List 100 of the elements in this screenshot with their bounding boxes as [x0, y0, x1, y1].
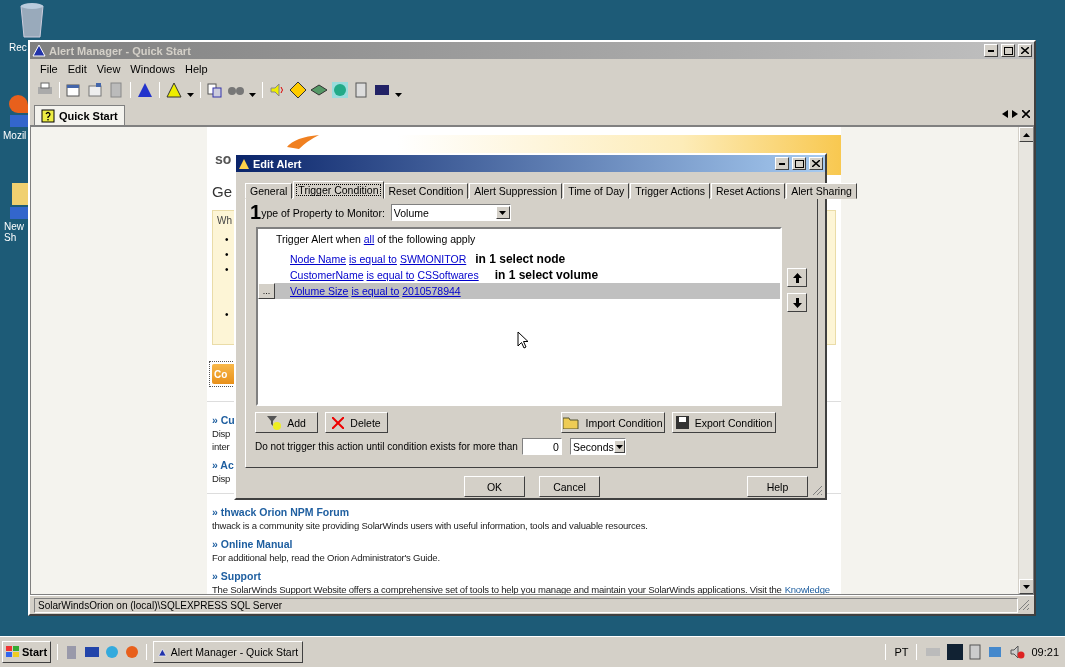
- muted-speaker-icon[interactable]: [1009, 644, 1026, 660]
- delay-field[interactable]: 0: [521, 438, 562, 455]
- resize-grip-icon[interactable]: [812, 485, 823, 496]
- operator-link[interactable]: is equal to: [349, 253, 397, 265]
- export-button[interactable]: Export Condition: [672, 412, 776, 433]
- caret-icon: [187, 93, 194, 97]
- monitor-icon[interactable]: [84, 644, 101, 660]
- condition-row[interactable]: ... Volume Size is equal to 2010578944: [258, 283, 780, 299]
- scroll-down-button[interactable]: [1019, 579, 1033, 594]
- toolbar-button[interactable]: [165, 81, 183, 99]
- tab[interactable]: Reset Condition: [383, 183, 469, 199]
- bullet: •: [225, 249, 229, 260]
- taskbar-window-button[interactable]: Alert Manager - Quick Start: [153, 641, 304, 663]
- menu-item[interactable]: Edit: [63, 61, 91, 76]
- menu-item[interactable]: View: [92, 61, 125, 76]
- minimize-button[interactable]: [775, 157, 789, 170]
- value-link[interactable]: CSSoftwares: [417, 269, 479, 281]
- caret-icon: [615, 444, 623, 449]
- desktop-icon-label: Mozil: [3, 130, 27, 141]
- delete-button[interactable]: Delete: [325, 412, 388, 433]
- tab[interactable]: General: [245, 183, 293, 199]
- logo-text: so: [215, 151, 232, 167]
- tab[interactable]: Reset Actions: [711, 183, 786, 199]
- dialog-button[interactable]: Help: [747, 476, 808, 497]
- bullet: •: [225, 264, 229, 275]
- start-button[interactable]: Start: [2, 641, 52, 663]
- binoculars-icon: [227, 85, 245, 95]
- scroll-up-button[interactable]: [1019, 127, 1033, 142]
- desktop-icon-label: Rec: [9, 42, 28, 53]
- section-text: inter: [212, 440, 230, 453]
- menu-item[interactable]: File: [36, 61, 62, 76]
- bullet: •: [225, 234, 229, 245]
- dialog-button[interactable]: Cancel: [539, 476, 600, 497]
- tab[interactable]: Trigger Condition: [293, 181, 384, 199]
- field-link[interactable]: Volume Size: [290, 285, 349, 297]
- toolbar-button[interactable]: [136, 81, 154, 99]
- up-arrow-icon: [792, 272, 802, 283]
- desktop-icon-label: New Sh: [4, 221, 25, 243]
- clock-time: 09:21: [1031, 646, 1059, 658]
- x-icon: [332, 416, 345, 429]
- section-text: For additional help, read the Orion Administrator's Guide.: [212, 551, 440, 564]
- flame-icon: [285, 135, 321, 149]
- section-text: thwack is a community site providing SolarWinds users with useful information, tools and valuable resources.: [212, 519, 648, 532]
- status-text: SolarWindsOrion on (local)\SQLEXPRESS SQL Server: [34, 597, 1018, 613]
- windows-flag-icon: [6, 646, 20, 658]
- resize-grip-icon[interactable]: [1018, 599, 1030, 611]
- tab[interactable]: Time of Day: [563, 183, 630, 199]
- section-link[interactable]: » Support: [212, 570, 261, 583]
- toolbar-button[interactable]: [65, 81, 83, 99]
- warning-icon: [165, 81, 183, 99]
- delay-label: Do not trigger this action until condition exists for more than: [255, 441, 518, 452]
- window-icon: [65, 81, 83, 99]
- section-link[interactable]: » Online Manual: [212, 538, 293, 551]
- maximize-button[interactable]: [792, 157, 806, 170]
- condition-row[interactable]: CustomerName is equal to CSSoftwares in 1 select volume: [258, 267, 780, 283]
- scrollbar[interactable]: [1018, 127, 1033, 594]
- value-link[interactable]: 2010578944: [402, 285, 461, 297]
- maximize-icon: [794, 159, 804, 168]
- document-tab[interactable]: Quick Start: [34, 105, 125, 125]
- section-link[interactable]: » Cu: [212, 414, 235, 427]
- close-icon: [812, 160, 820, 167]
- condition-row[interactable]: Node Name is equal to SWMONITOR in 1 select node: [258, 251, 780, 267]
- section-link[interactable]: » thwack Orion NPM Forum: [212, 506, 350, 519]
- tab[interactable]: Alert Sharing: [786, 183, 857, 199]
- right-arrow-icon[interactable]: [1012, 109, 1018, 118]
- tab[interactable]: Alert Suppression: [469, 183, 563, 199]
- section-link[interactable]: » Ac: [212, 459, 234, 472]
- page-heading: Ge: [212, 183, 232, 200]
- unit-select[interactable]: Seconds: [569, 438, 626, 455]
- down-arrow-icon: [792, 297, 802, 308]
- add-button[interactable]: Add: [255, 412, 318, 433]
- close-icon[interactable]: [1022, 109, 1030, 118]
- toolbar-button[interactable]: [289, 81, 307, 99]
- dialog-button[interactable]: OK: [464, 476, 525, 497]
- close-button[interactable]: [1018, 44, 1032, 57]
- import-button[interactable]: Import Condition: [561, 412, 665, 433]
- field-link[interactable]: CustomerName: [290, 269, 364, 281]
- menu-item[interactable]: Windows: [126, 61, 179, 76]
- left-arrow-icon[interactable]: [1002, 109, 1008, 118]
- app-triangle-icon: [32, 44, 46, 57]
- close-button[interactable]: [809, 157, 823, 170]
- operator-link[interactable]: is equal to: [351, 285, 400, 297]
- edit-button[interactable]: ...: [258, 283, 275, 299]
- field-link[interactable]: Node Name: [290, 253, 347, 265]
- all-link[interactable]: all: [363, 233, 375, 245]
- tab[interactable]: Trigger Actions: [630, 183, 710, 199]
- minimize-button[interactable]: [984, 44, 998, 57]
- value-link[interactable]: SWMONITOR: [399, 253, 467, 265]
- condition-header: Trigger Alert when all of the following apply: [275, 233, 477, 247]
- menu-item[interactable]: Help: [181, 61, 212, 76]
- property-select[interactable]: Volume: [390, 204, 511, 221]
- dialog-title: Edit Alert: [253, 157, 303, 170]
- maximize-button[interactable]: [1001, 44, 1015, 57]
- minimize-icon: [779, 162, 785, 165]
- move-down-button[interactable]: [787, 293, 807, 312]
- operator-link[interactable]: is equal to: [366, 269, 415, 281]
- section-text: Disp: [212, 472, 231, 485]
- move-up-button[interactable]: [787, 268, 807, 287]
- language-indicator[interactable]: PT: [894, 646, 909, 658]
- bullet: •: [225, 309, 229, 320]
